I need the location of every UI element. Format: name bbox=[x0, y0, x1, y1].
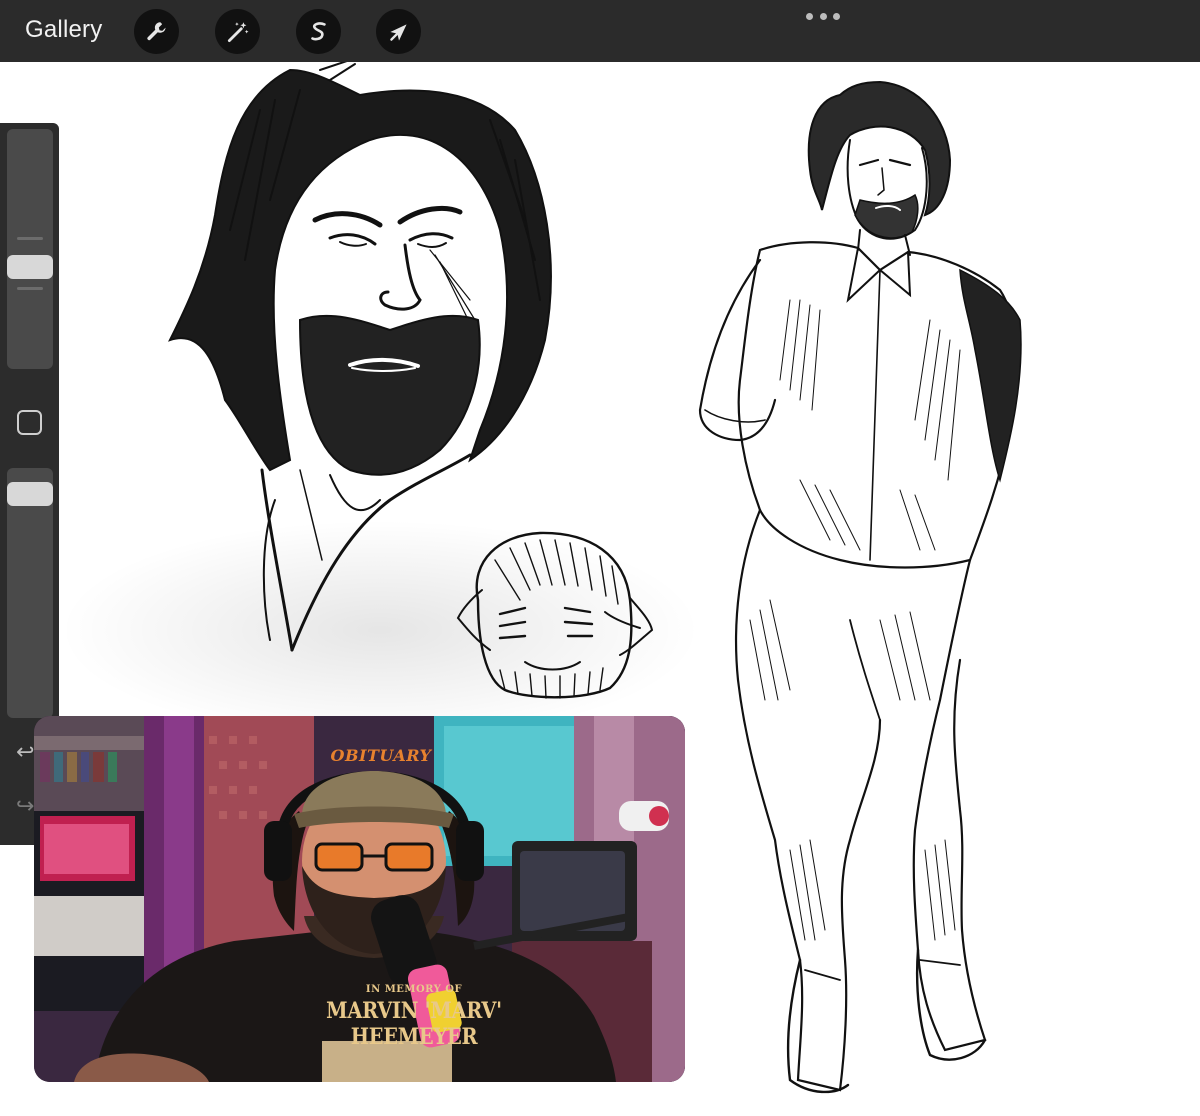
brush-size-thumb[interactable] bbox=[7, 255, 53, 279]
slider-tick bbox=[17, 237, 43, 240]
redo-icon[interactable]: ↪ bbox=[16, 795, 34, 817]
magic-wand-icon[interactable] bbox=[215, 9, 260, 54]
full-figure-sketch bbox=[698, 80, 1022, 1094]
wrench-icon[interactable] bbox=[134, 9, 179, 54]
hat-logo-text: OBITUARY bbox=[330, 746, 432, 765]
shirt-small-text: IN MEMORY OF bbox=[365, 984, 463, 995]
slider-tick bbox=[17, 287, 43, 290]
shirt-big-text: MARVIN 'MARV' HEEMEYER bbox=[326, 998, 502, 1050]
selection-icon[interactable] bbox=[296, 9, 341, 54]
top-toolbar: Gallery bbox=[0, 0, 1200, 62]
arrow-cursor-icon[interactable] bbox=[376, 9, 421, 54]
brush-opacity-slider[interactable] bbox=[7, 468, 53, 718]
square-icon[interactable] bbox=[17, 410, 42, 435]
brush-size-slider[interactable] bbox=[7, 129, 53, 369]
webcam-overlay: OBITUARY IN MEMORY OF MARVIN 'MARV' HEEM… bbox=[34, 716, 685, 1082]
gallery-button[interactable]: Gallery bbox=[25, 16, 102, 44]
undo-icon[interactable]: ↩ bbox=[16, 741, 34, 763]
ellipsis-icon[interactable] bbox=[806, 6, 840, 26]
brush-opacity-thumb[interactable] bbox=[7, 482, 53, 506]
